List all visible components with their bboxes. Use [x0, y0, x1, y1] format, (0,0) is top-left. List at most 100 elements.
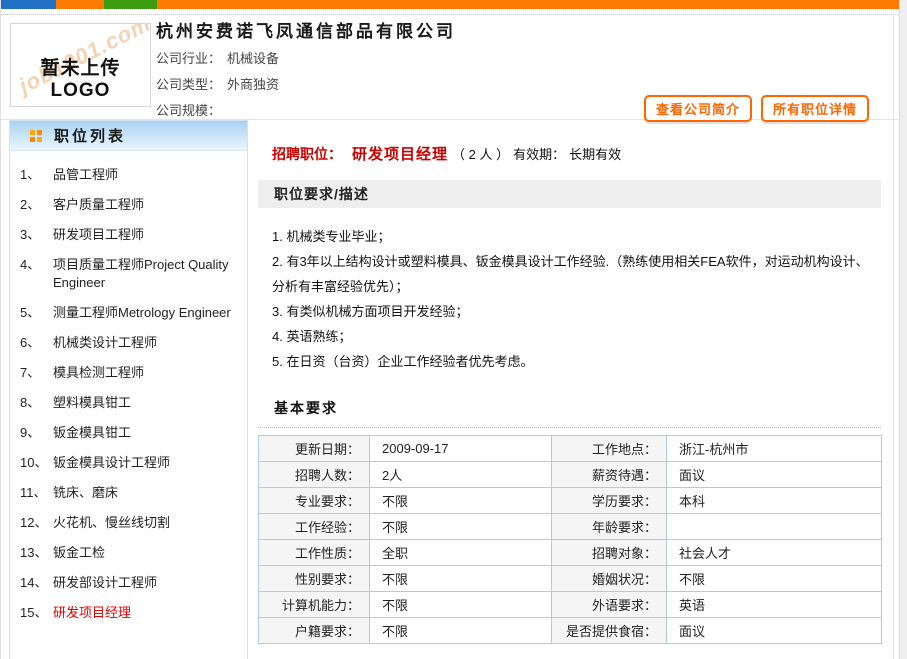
- sidebar-item-8[interactable]: 8、塑料模具钳工: [20, 388, 243, 418]
- sidebar-item-3[interactable]: 3、研发项目工程师: [20, 220, 243, 250]
- item-number: 1、: [20, 166, 53, 184]
- item-label: 客户质量工程师: [53, 196, 243, 214]
- item-number: 2、: [20, 196, 53, 214]
- sidebar-item-5[interactable]: 5、测量工程师Metrology Engineer: [20, 298, 243, 328]
- item-label: 塑料模具钳工: [53, 394, 243, 412]
- sidebar-item-10[interactable]: 10、钣金模具设计工程师: [20, 448, 243, 478]
- topbar-blue-segment: [1, 0, 56, 9]
- table-row: 工作经验： 不限 年龄要求：: [259, 514, 882, 540]
- header-buttons: 查看公司简介 所有职位详情: [644, 95, 869, 122]
- item-number: 7、: [20, 364, 53, 382]
- company-industry-row: 公司行业： 机械设备: [156, 46, 279, 72]
- field-label: 工作经验：: [259, 514, 370, 540]
- company-fields: 公司行业： 机械设备 公司类型：外商独资 公司规模：: [156, 46, 279, 124]
- description-line: 3. 有类似机械方面项目开发经验；: [272, 299, 875, 324]
- basic-requirements-header: 基本要求: [258, 398, 881, 428]
- item-label: 钣金模具钳工: [53, 424, 243, 442]
- sidebar-item-9[interactable]: 9、钣金模具钳工: [20, 418, 243, 448]
- topbar-orange-segment-long: [157, 0, 907, 9]
- item-number: 13、: [20, 544, 53, 562]
- item-number: 3、: [20, 226, 53, 244]
- item-number: 12、: [20, 514, 53, 532]
- field-label: 招聘人数：: [259, 462, 370, 488]
- field-label: 更新日期：: [259, 436, 370, 462]
- item-label: 模具检测工程师: [53, 364, 243, 382]
- sidebar-item-12[interactable]: 12、火花机、慢丝线切割: [20, 508, 243, 538]
- field-label: 性别要求：: [259, 566, 370, 592]
- content-right-border: [893, 16, 894, 659]
- field-value: 本科: [667, 488, 882, 514]
- item-label: 研发项目经理: [53, 604, 243, 622]
- sidebar-item-7[interactable]: 7、模具检测工程师: [20, 358, 243, 388]
- field-value: 不限: [370, 514, 552, 540]
- item-label: 项目质量工程师Project Quality Engineer: [53, 256, 243, 292]
- job-headcount: （ 2 人 ）: [452, 144, 509, 163]
- field-value: 浙江-杭州市: [667, 436, 882, 462]
- item-number: 15、: [20, 604, 53, 622]
- field-value: 不限: [370, 618, 552, 644]
- field-value: 面议: [667, 462, 882, 488]
- company-type-value: 外商独资: [227, 77, 279, 92]
- field-value: 英语: [667, 592, 882, 618]
- field-label: 专业要求：: [259, 488, 370, 514]
- description-line: 1. 机械类专业毕业；: [272, 224, 875, 249]
- company-header: job1001.com 暂未上传LOGO 杭州安费诺飞凤通信部品有限公司 公司行…: [1, 16, 907, 120]
- job-title-line: 招聘职位： 研发项目经理 （ 2 人 ） 有效期： 长期有效: [272, 143, 881, 164]
- job-list-sidebar: 职位列表 1、品管工程师 2、客户质量工程师 3、研发项目工程师 4、项目质量工…: [9, 120, 248, 659]
- item-label: 机械类设计工程师: [53, 334, 243, 352]
- sidebar-item-14[interactable]: 14、研发部设计工程师: [20, 568, 243, 598]
- item-number: 14、: [20, 574, 53, 592]
- job-label: 招聘职位：: [272, 144, 342, 164]
- item-number: 6、: [20, 334, 53, 352]
- sidebar-item-2[interactable]: 2、客户质量工程师: [20, 190, 243, 220]
- item-label: 品管工程师: [53, 166, 243, 184]
- table-row: 专业要求： 不限 学历要求： 本科: [259, 488, 882, 514]
- company-size-label: 公司规模：: [156, 103, 221, 118]
- job-description: 1. 机械类专业毕业； 2. 有3年以上结构设计或塑料模具、钣金模具设计工作经验…: [258, 208, 881, 378]
- all-jobs-button[interactable]: 所有职位详情: [761, 95, 869, 122]
- field-label: 薪资待遇：: [552, 462, 667, 488]
- company-industry-value: 机械设备: [227, 51, 279, 66]
- sidebar-item-6[interactable]: 6、机械类设计工程师: [20, 328, 243, 358]
- sidebar-item-13[interactable]: 13、钣金工检: [20, 538, 243, 568]
- sidebar-item-11[interactable]: 11、铣床、磨床: [20, 478, 243, 508]
- top-dotted-divider: [1, 14, 907, 15]
- field-value: 全职: [370, 540, 552, 566]
- top-color-bar: [1, 0, 907, 9]
- company-logo-placeholder: job1001.com 暂未上传LOGO: [10, 23, 151, 107]
- job-list: 1、品管工程师 2、客户质量工程师 3、研发项目工程师 4、项目质量工程师Pro…: [10, 151, 247, 628]
- table-row: 更新日期： 2009-09-17 工作地点： 浙江-杭州市: [259, 436, 882, 462]
- field-value: 不限: [667, 566, 882, 592]
- item-label: 火花机、慢丝线切割: [53, 514, 243, 532]
- field-label: 工作地点：: [552, 436, 667, 462]
- company-type-row: 公司类型：外商独资: [156, 72, 279, 98]
- sidebar-item-15-active[interactable]: 15、研发项目经理: [20, 598, 243, 628]
- description-line: 5. 在日资（台资）企业工作经验者优先考虑。: [272, 349, 875, 374]
- field-label: 招聘对象：: [552, 540, 667, 566]
- job-description-section-header: 职位要求/描述: [258, 180, 881, 208]
- field-value: 2人: [370, 462, 552, 488]
- item-label: 测量工程师Metrology Engineer: [53, 304, 243, 322]
- view-company-profile-button[interactable]: 查看公司简介: [644, 95, 752, 122]
- field-label: 外语要求：: [552, 592, 667, 618]
- table-row: 工作性质： 全职 招聘对象： 社会人才: [259, 540, 882, 566]
- item-label: 钣金模具设计工程师: [53, 454, 243, 472]
- job-list-title: 职位列表: [54, 125, 126, 146]
- item-number: 10、: [20, 454, 53, 472]
- field-value: 不限: [370, 488, 552, 514]
- topbar-green-segment: [104, 0, 157, 9]
- logo-placeholder-text: 暂未上传LOGO: [11, 53, 150, 102]
- page: job1001.com 暂未上传LOGO 杭州安费诺飞凤通信部品有限公司 公司行…: [0, 0, 907, 659]
- table-row: 计算机能力： 不限 外语要求： 英语: [259, 592, 882, 618]
- item-number: 4、: [20, 256, 53, 292]
- table-row: 招聘人数： 2人 薪资待遇： 面议: [259, 462, 882, 488]
- table-row: 户籍要求： 不限 是否提供食宿： 面议: [259, 618, 882, 644]
- table-row: 性别要求： 不限 婚姻状况： 不限: [259, 566, 882, 592]
- job-title: 研发项目经理: [352, 143, 448, 164]
- company-industry-label: 公司行业：: [156, 51, 221, 66]
- field-value: 2009-09-17: [370, 436, 552, 462]
- sidebar-item-1[interactable]: 1、品管工程师: [20, 160, 243, 190]
- field-label: 是否提供食宿：: [552, 618, 667, 644]
- sidebar-item-4[interactable]: 4、项目质量工程师Project Quality Engineer: [20, 250, 243, 298]
- item-number: 11、: [20, 484, 53, 502]
